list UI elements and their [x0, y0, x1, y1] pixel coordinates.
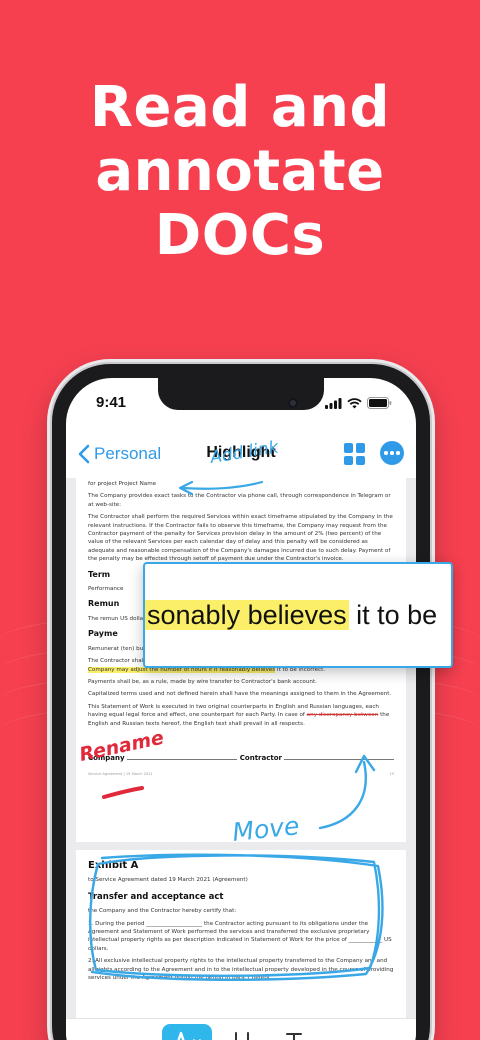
move-arrow [318, 754, 376, 830]
move-scribble-box [89, 853, 384, 981]
add-link-arrow [178, 480, 264, 496]
rename-underline [102, 786, 144, 799]
annotation-overlay [89, 480, 384, 981]
